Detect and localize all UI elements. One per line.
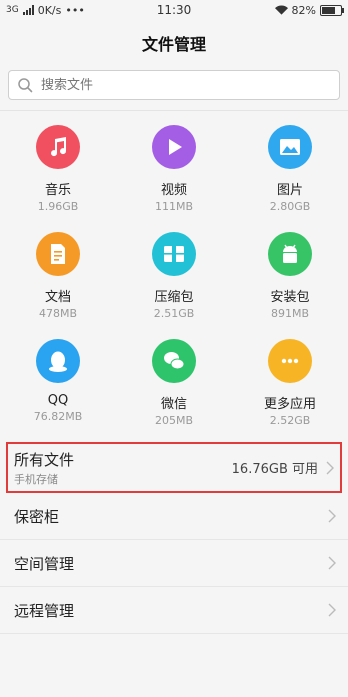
- category-name: QQ: [47, 393, 69, 408]
- category-size: 2.80GB: [269, 200, 311, 213]
- menu-item-safe[interactable]: 保密柜: [0, 493, 348, 540]
- category-qq[interactable]: QQ 76.82MB: [0, 335, 116, 442]
- category-name: 更多应用: [263, 397, 316, 412]
- chevron-right-icon: [326, 461, 334, 474]
- category-archives[interactable]: 压缩包 2.51GB: [116, 228, 232, 335]
- page-title: 文件管理: [141, 35, 206, 54]
- menu-list: 所有文件 手机存储 16.76GB 可用 保密柜 空间管理 远程管理: [0, 442, 348, 634]
- category-size: 2.51GB: [153, 307, 195, 320]
- chevron-right-icon: [328, 556, 336, 570]
- chevron-right-icon: [328, 603, 336, 617]
- category-name: 图片: [276, 183, 303, 198]
- category-size: 205MB: [154, 414, 194, 427]
- chevron-right-icon: [328, 509, 336, 523]
- category-images[interactable]: 图片 2.80GB: [232, 121, 348, 228]
- category-size: 891MB: [270, 307, 310, 320]
- menu-item-label: 空间管理: [14, 554, 75, 573]
- category-more-apps[interactable]: 更多应用 2.52GB: [232, 335, 348, 442]
- category-size: 111MB: [154, 200, 194, 213]
- category-apks[interactable]: 安装包 891MB: [232, 228, 348, 335]
- category-music[interactable]: 音乐 1.96GB: [0, 121, 116, 228]
- menu-item-remote-management[interactable]: 远程管理: [0, 587, 348, 634]
- signal-icon: [22, 5, 34, 15]
- search-input[interactable]: [39, 76, 323, 94]
- search-icon: [18, 78, 33, 93]
- category-size: 76.82MB: [33, 410, 83, 423]
- battery-percent: 82%: [291, 3, 316, 17]
- category-video[interactable]: 视频 111MB: [116, 121, 232, 228]
- category-name: 视频: [160, 183, 187, 198]
- available-space: 16.76GB 可用: [231, 462, 318, 477]
- status-bar: 3G 0K/s ••• 82% 11:30: [0, 0, 348, 20]
- category-grid: 音乐 1.96GB 视频 111MB 图片 2.80GB 文档 478MB 压缩…: [0, 111, 348, 442]
- music-icon: [36, 125, 80, 169]
- category-name: 文档: [44, 290, 71, 305]
- category-name: 安装包: [270, 290, 310, 305]
- category-documents[interactable]: 文档 478MB: [0, 228, 116, 335]
- menu-item-label: 保密柜: [14, 507, 60, 526]
- document-icon: [36, 232, 80, 276]
- play-icon: [152, 125, 196, 169]
- menu-item-label: 远程管理: [14, 601, 75, 620]
- category-name: 压缩包: [154, 290, 194, 305]
- qq-icon: [36, 339, 80, 383]
- all-files-label: 所有文件: [14, 450, 75, 469]
- storage-label: 手机存储: [14, 472, 58, 486]
- category-size: 2.52GB: [269, 414, 311, 427]
- category-wechat[interactable]: 微信 205MB: [116, 335, 232, 442]
- category-size: 478MB: [38, 307, 78, 320]
- more-status-icon: •••: [65, 3, 85, 17]
- menu-item-storage-management[interactable]: 空间管理: [0, 540, 348, 587]
- archive-icon: [152, 232, 196, 276]
- image-icon: [268, 125, 312, 169]
- all-files-row[interactable]: 所有文件 手机存储 16.76GB 可用: [6, 442, 342, 493]
- search-box[interactable]: [8, 70, 340, 100]
- more-icon: [268, 339, 312, 383]
- category-size: 1.96GB: [37, 200, 79, 213]
- network-speed: 0K/s: [37, 3, 62, 17]
- android-icon: [268, 232, 312, 276]
- network-type: 3G: [6, 5, 19, 15]
- battery-icon: [320, 4, 344, 16]
- category-name: 音乐: [44, 183, 71, 198]
- wifi-icon: [274, 5, 288, 15]
- category-name: 微信: [160, 397, 187, 412]
- wechat-icon: [152, 339, 196, 383]
